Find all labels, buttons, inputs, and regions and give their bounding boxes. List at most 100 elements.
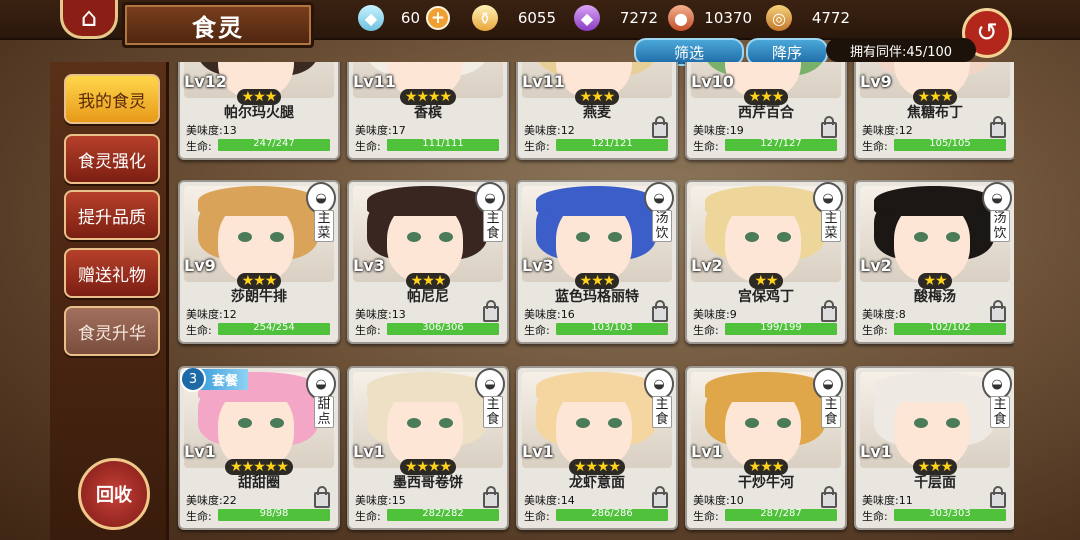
spirit-card[interactable]: Lv2 ★★ ◒ 汤饮 酸梅汤 美味度:8 生命: 102/102 [854,180,1014,344]
resource-purple-gem: ◆ 7272 [574,5,658,31]
lock-icon[interactable] [821,300,837,322]
flavor-value: 9 [729,308,737,321]
spirit-name: 墨西哥卷饼 [393,475,463,491]
flavor-value: 11 [898,494,913,507]
hp-bar: 254/254 [218,322,330,335]
flavor-label: 美味度: [693,494,730,507]
spirit-name: 甜甜圈 [238,475,280,491]
lock-icon[interactable] [990,486,1006,508]
hp-label: 生命: [524,140,550,153]
flavor-stat: 美味度:22 [186,492,237,508]
dish-type-label: 甜点 [314,396,334,428]
spirit-card[interactable]: Lv1 ★★★ ◒ 主食 千层面 美味度:11 生命: 303/303 [854,366,1014,530]
owned-count: 拥有同伴:45/100 [826,38,976,62]
home-button[interactable]: ⌂ [60,0,118,39]
dish-type-label: 主食 [821,396,841,428]
lock-icon[interactable] [652,486,668,508]
hp-bar: 282/282 [387,508,499,521]
dish-type-label: 汤饮 [652,210,672,242]
hp-bar: 103/103 [556,322,668,335]
spirit-card[interactable]: Lv1 ★★★★ ◒ 主食 墨西哥卷饼 美味度:15 生命: 282/282 [347,366,509,530]
spirit-card[interactable]: Lv1 ★★★★★ ◒ 甜点 3 套餐 甜甜圈 美味度:22 生命: 98/98 [178,366,340,530]
flavor-value: 12 [560,124,575,137]
hp-label: 生命: [355,140,381,153]
flavor-value: 17 [391,124,406,137]
crystal-value: 60 [400,9,420,27]
hp-label: 生命: [862,324,888,337]
flavor-label: 美味度: [186,308,223,321]
hp-label: 生命: [186,324,212,337]
flavor-stat: 美味度:14 [524,492,575,508]
add-crystal-button[interactable]: + [426,6,450,30]
spirit-card[interactable]: Lv11 ★★★ 燕麦 美味度:12 生命: 121/121 [516,62,678,160]
flavor-label: 美味度: [862,308,899,321]
flavor-stat: 美味度:8 [862,306,906,322]
hp-label: 生命: [693,140,719,153]
dish-type-label: 主食 [990,396,1010,428]
sidebar-item-quality[interactable]: 提升品质 [64,190,160,240]
spirit-name: 香槟 [414,105,442,121]
flavor-stat: 美味度:12 [186,306,237,322]
flavor-value: 12 [898,124,913,137]
recycle-button[interactable]: 回收 [78,458,150,530]
spirit-card[interactable]: Lv1 ★★★ ◒ 主食 干炒牛河 美味度:10 生命: 287/287 [685,366,847,530]
dish-type-label: 主菜 [314,210,334,242]
lock-icon[interactable] [652,116,668,138]
hp-label: 生命: [524,324,550,337]
lock-icon[interactable] [483,300,499,322]
spirit-card[interactable]: Lv10 ★★★ 西芹百合 美味度:19 生命: 127/127 [685,62,847,160]
spirit-name: 西芹百合 [738,105,794,121]
flavor-label: 美味度: [186,124,223,137]
spirit-name: 莎朗牛排 [231,289,287,305]
flavor-stat: 美味度:15 [355,492,406,508]
spirit-card[interactable]: Lv1 ★★★★ ◒ 主食 龙虾意面 美味度:14 生命: 286/286 [516,366,678,530]
spirit-card[interactable]: Lv2 ★★ ◒ 主菜 宫保鸡丁 美味度:9 生命: 199/199 [685,180,847,344]
spirit-card[interactable]: Lv3 ★★★ ◒ 主食 帕尼尼 美味度:13 生命: 306/306 [347,180,509,344]
flavor-value: 14 [560,494,575,507]
flavor-stat: 美味度:19 [693,122,744,138]
flavor-label: 美味度: [862,124,899,137]
hp-value: 247/247 [253,138,295,149]
hp-label: 生命: [355,324,381,337]
spirit-card[interactable]: Lv9 ★★★ ◒ 主菜 莎朗牛排 美味度:12 生命: 254/254 [178,180,340,344]
hp-label: 生命: [693,324,719,337]
flavor-value: 12 [222,308,237,321]
flavor-label: 美味度: [355,124,392,137]
purple-gem-icon: ◆ [574,5,600,31]
page-title: 食灵 [122,2,314,48]
lock-icon[interactable] [314,486,330,508]
flavor-stat: 美味度:13 [355,306,406,322]
spirit-name: 帕尼尼 [407,289,449,305]
drum-value: 4772 [811,9,850,27]
flavor-value: 22 [222,494,237,507]
flavor-value: 10 [729,494,744,507]
hp-value: 105/105 [929,138,971,149]
meat-icon: ● [668,5,694,31]
hp-bar: 121/121 [556,138,668,151]
drum-icon: ◎ [766,5,792,31]
dish-type-label: 主菜 [821,210,841,242]
spirit-card[interactable]: Lv3 ★★★ ◒ 汤饮 蓝色玛格丽特 美味度:16 生命: 103/103 [516,180,678,344]
lock-icon[interactable] [652,300,668,322]
lock-icon[interactable] [483,486,499,508]
hp-value: 254/254 [253,322,295,333]
flavor-value: 13 [391,308,406,321]
sidebar-item-gift[interactable]: 赠送礼物 [64,248,160,298]
lock-icon[interactable] [821,116,837,138]
spirit-name: 千层面 [914,475,956,491]
spirit-card[interactable]: Lv11 ★★★★ 香槟 美味度:17 生命: 111/111 [347,62,509,160]
lock-icon[interactable] [821,486,837,508]
set-meal-label: 套餐 [200,368,249,390]
spirit-card[interactable]: Lv12 ★★★ 帕尔玛火腿 美味度:13 生命: 247/247 [178,62,340,160]
hp-bar: 247/247 [218,138,330,151]
flavor-label: 美味度: [524,494,561,507]
flavor-stat: 美味度:10 [693,492,744,508]
sidebar-item-enhance[interactable]: 食灵强化 [64,134,160,184]
lock-icon[interactable] [990,300,1006,322]
spirit-name: 龙虾意面 [569,475,625,491]
lock-icon[interactable] [990,116,1006,138]
flavor-label: 美味度: [862,494,899,507]
sidebar-item-sublimate[interactable]: 食灵升华 [64,306,160,356]
spirit-card[interactable]: Lv9 ★★★ 焦糖布丁 美味度:12 生命: 105/105 [854,62,1014,160]
sidebar-item-my-spirits[interactable]: 我的食灵 [64,74,160,124]
